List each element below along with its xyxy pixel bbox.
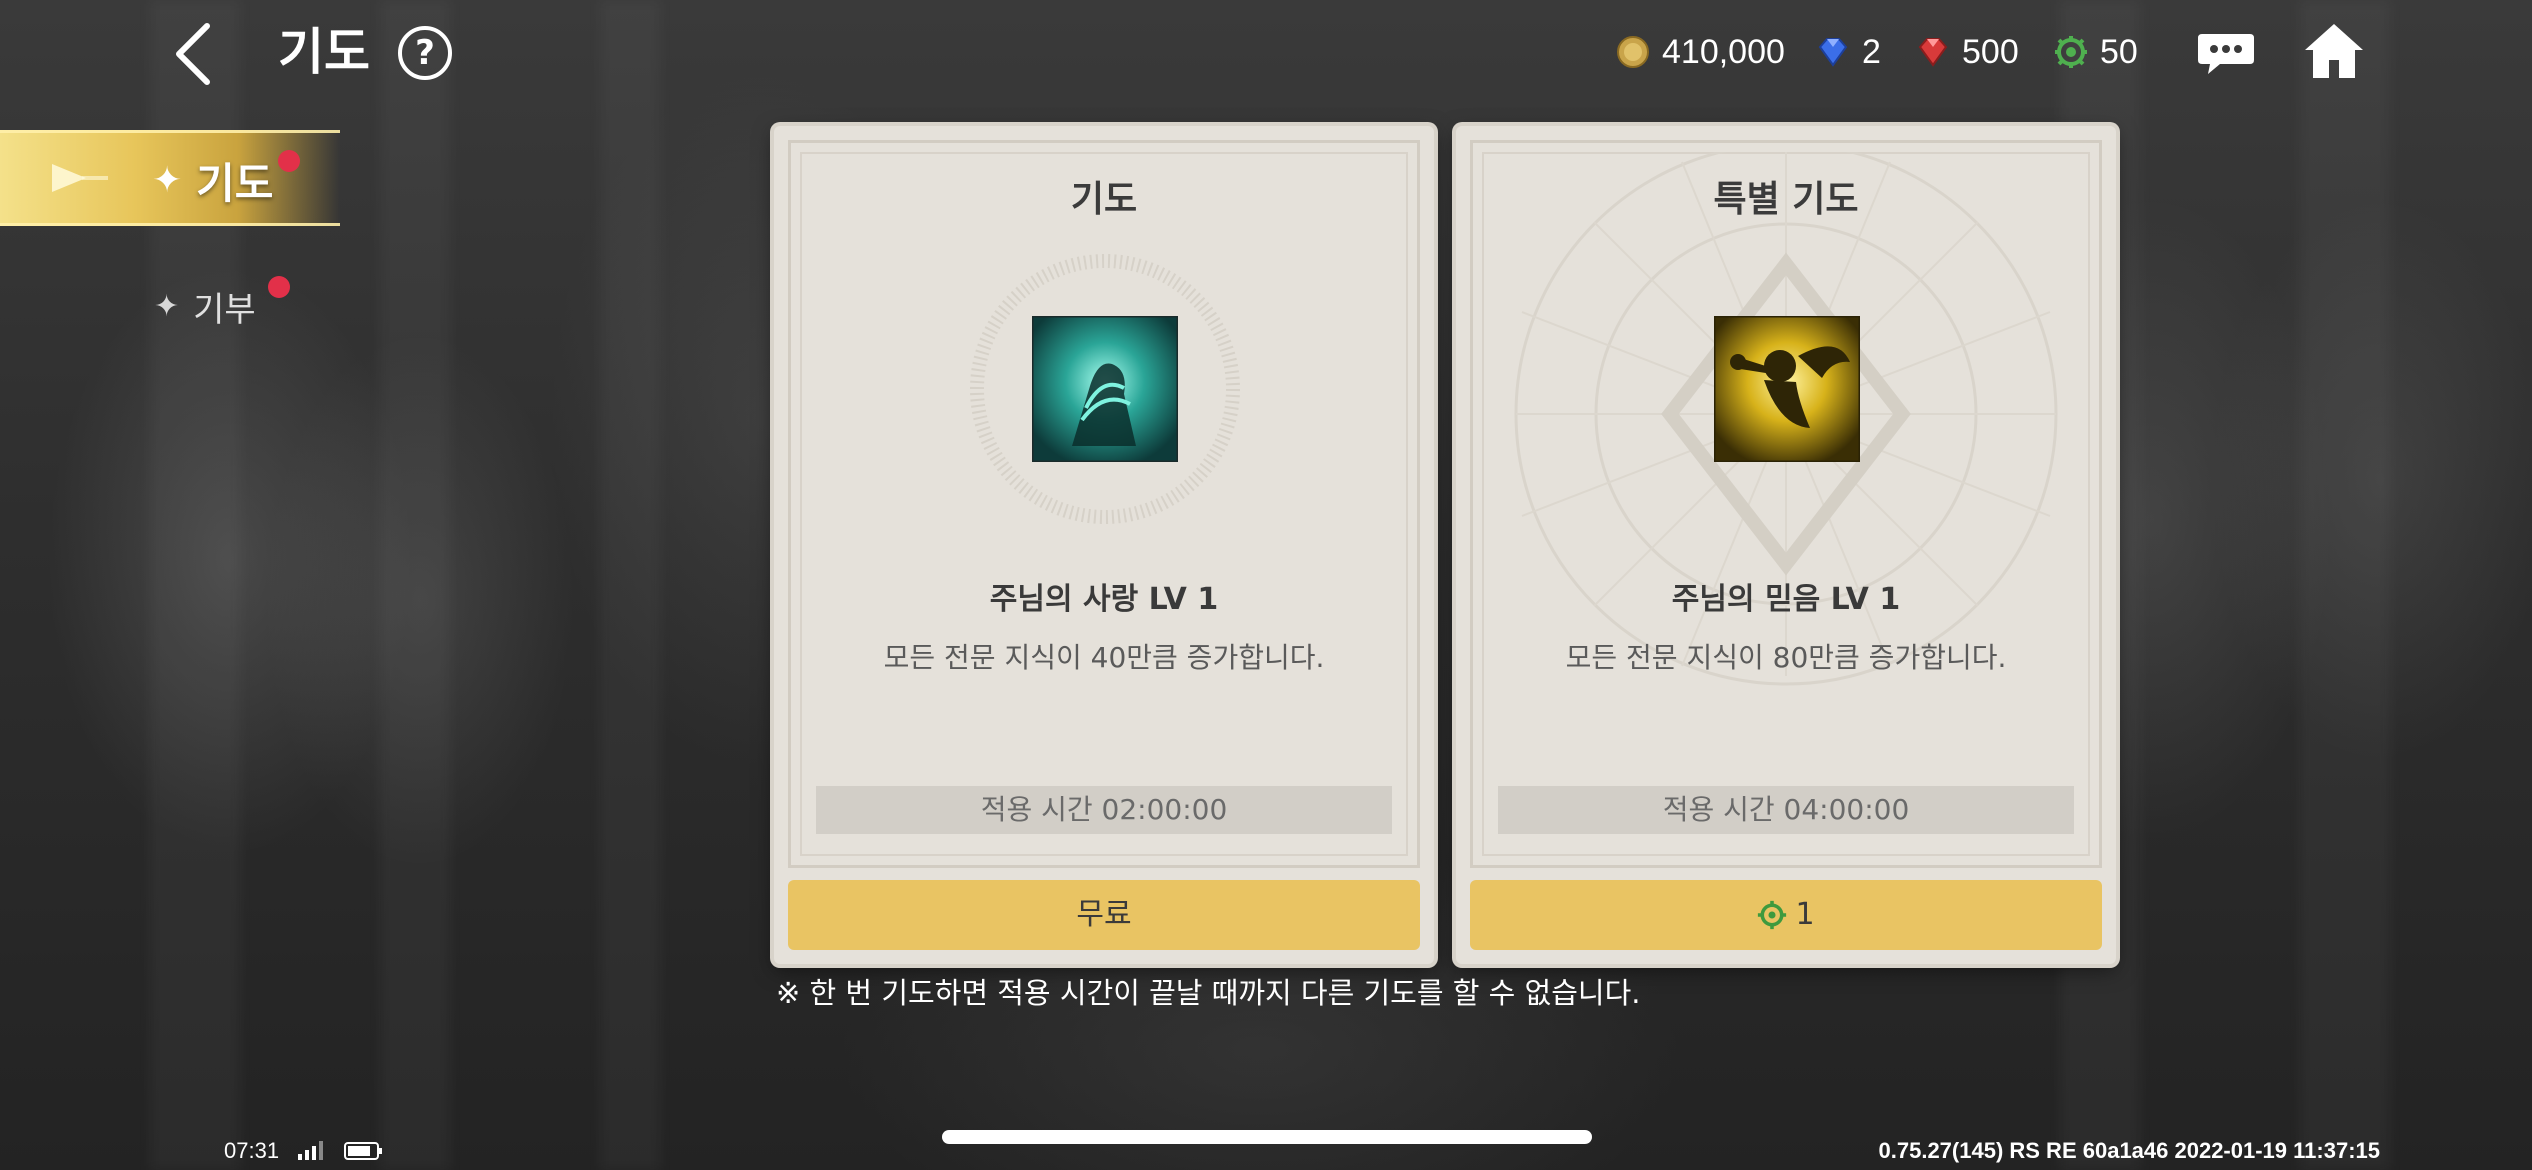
notification-badge (278, 150, 300, 172)
special-prayer-card: 특별 기도 주님의 믿음 LV 1 모든 전문 지식이 80만큼 증가합니다. … (1456, 126, 2116, 964)
blue-gem-value: 2 (1862, 32, 1881, 71)
green-emblem-icon (1758, 900, 1787, 930)
duration-label: 적용 시간 02:00:00 (816, 786, 1392, 834)
card-title: 특별 기도 (1713, 179, 1859, 220)
red-gem-value: 500 (1962, 32, 2019, 71)
home-button[interactable] (2303, 22, 2365, 80)
skill-description: 모든 전문 지식이 80만큼 증가합니다. (1565, 641, 2007, 674)
currency-emblem: 50 (2054, 30, 2138, 74)
special-prayer-button[interactable]: 1 (1470, 880, 2102, 950)
prayer-card: 기도 주님의 사랑 LV 1 모든 전문 지식이 40만큼 증가합니다. 적용 … (774, 126, 1434, 964)
sparkle-icon: ✦ (152, 160, 183, 201)
prayer-note: ※ 한 번 기도하면 적용 시간이 끝날 때까지 다른 기도를 할 수 없습니다… (776, 976, 1641, 1010)
button-label: 1 (1795, 897, 1815, 932)
currency-red-gem: 500 (1916, 30, 2019, 74)
build-info: 0.75.27(145) RS RE 60a1a46 2022-01-19 11… (1878, 1138, 2380, 1163)
duration-label: 적용 시간 04:00:00 (1498, 786, 2074, 834)
skill-name: 주님의 사랑 LV 1 (989, 582, 1219, 617)
emblem-value: 50 (2100, 32, 2138, 71)
free-prayer-button[interactable]: 무료 (788, 880, 1420, 950)
battery-icon (344, 1142, 382, 1160)
blue-gem-icon (1818, 38, 1848, 67)
arrow-right-icon (52, 164, 108, 192)
notification-badge (268, 276, 290, 298)
home-indicator[interactable] (942, 1130, 1592, 1144)
status-time: 07:31 (224, 1138, 280, 1163)
chat-button[interactable] (2196, 30, 2256, 78)
currency-gold: 410,000 (1616, 30, 1785, 74)
card-title: 기도 (1070, 179, 1138, 220)
praying-hands-icon (1032, 316, 1178, 462)
sunburst-ornament (1514, 152, 2058, 686)
skill-name: 주님의 믿음 LV 1 (1671, 582, 1901, 617)
green-emblem-icon (2055, 36, 2087, 68)
home-icon (2305, 24, 2363, 78)
page-title: 기도 (278, 23, 370, 81)
chat-bubble-icon (2198, 34, 2254, 74)
help-button[interactable]: ? (398, 26, 452, 80)
sidebar-item-donation[interactable]: ✦ 기부 (154, 282, 256, 331)
skill-description: 모든 전문 지식이 40만큼 증가합니다. (883, 641, 1325, 674)
cherub-trumpet-icon (1714, 316, 1860, 462)
red-gem-icon (1918, 38, 1948, 67)
sidebar-item-label: 기부 (193, 290, 256, 330)
back-button[interactable] (165, 20, 225, 88)
gold-coin-icon (1617, 36, 1649, 68)
signal-icon (298, 1141, 323, 1160)
sparkle-icon: ✦ (154, 289, 180, 324)
gold-value: 410,000 (1662, 32, 1785, 71)
sidebar-item-prayer[interactable]: ✦ 기도 (152, 150, 273, 211)
chevron-left-icon (176, 23, 210, 85)
currency-blue-gem: 2 (1816, 30, 1881, 74)
sidebar-item-label: 기도 (196, 159, 274, 208)
button-label: 무료 (1076, 897, 1132, 932)
